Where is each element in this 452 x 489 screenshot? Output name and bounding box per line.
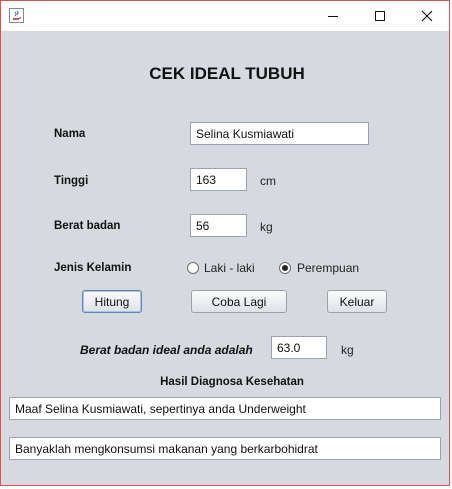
gender-label: Jenis Kelamin — [54, 262, 132, 274]
diagnosis-title: Hasil Diagnosa Kesehatan — [160, 376, 304, 388]
ideal-weight-field[interactable]: 63.0 — [271, 336, 327, 359]
diagnosis-field[interactable]: Maaf Selina Kusmiawati, sepertinya anda … — [9, 397, 441, 420]
tinggi-label: Tinggi — [54, 175, 89, 187]
form-panel: CEK IDEAL TUBUH Nama Selina Kusmiawati T… — [1, 31, 449, 485]
tinggi-field[interactable]: 163 — [190, 168, 247, 191]
maximize-icon — [375, 11, 385, 21]
app-window: CEK IDEAL TUBUH Nama Selina Kusmiawati T… — [0, 0, 450, 486]
radio-perempuan-indicator[interactable] — [279, 262, 291, 274]
tinggi-unit: cm — [260, 174, 276, 188]
hitung-button[interactable]: Hitung — [82, 290, 142, 313]
radio-laki-laki-label: Laki - laki — [204, 261, 255, 275]
minimize-button[interactable] — [311, 1, 355, 31]
radio-perempuan-label: Perempuan — [297, 261, 360, 275]
radio-laki-laki-indicator[interactable] — [187, 262, 199, 274]
nama-field[interactable]: Selina Kusmiawati — [190, 122, 369, 145]
ideal-weight-unit: kg — [341, 343, 354, 357]
keluar-button[interactable]: Keluar — [327, 290, 387, 313]
page-title: CEK IDEAL TUBUH — [149, 64, 305, 83]
coba-lagi-button[interactable]: Coba Lagi — [191, 290, 287, 313]
minimize-icon — [328, 16, 338, 17]
advice-field[interactable]: Banyaklah mengkonsumsi makanan yang berk… — [9, 437, 441, 460]
radio-perempuan[interactable]: Perempuan — [279, 261, 359, 275]
maximize-button[interactable] — [358, 1, 402, 31]
nama-label: Nama — [54, 128, 86, 140]
title-bar — [1, 1, 449, 31]
radio-laki-laki[interactable]: Laki - laki — [187, 261, 255, 275]
berat-unit: kg — [260, 220, 273, 234]
berat-label: Berat badan — [54, 220, 121, 232]
close-icon — [421, 10, 433, 22]
close-button[interactable] — [405, 1, 449, 31]
berat-field[interactable]: 56 — [190, 214, 247, 237]
ideal-weight-label: Berat badan ideal anda adalah — [80, 343, 253, 357]
java-cup-icon — [9, 8, 24, 23]
